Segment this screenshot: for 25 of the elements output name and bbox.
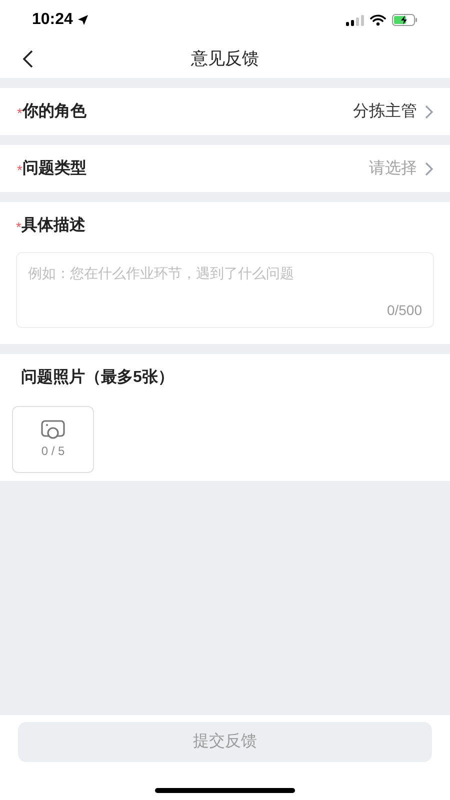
select-row[interactable]: *问题类型 请选择 [0,145,450,192]
character-counter: 0/500 [386,301,422,320]
description-label: 具体描述 [21,216,86,236]
signal-icon [346,14,364,26]
location-arrow-icon [76,14,89,26]
photos-label: 问题照片（最多5张） [21,369,174,386]
description-box[interactable]: 例如：您在什么作业环节，遇到了什么问题 0/500 [16,252,434,328]
select-row[interactable]: *你的角色 分拣主管 [0,88,450,135]
description-field[interactable]: 例如：您在什么作业环节，遇到了什么问题 [28,263,422,300]
camera-icon [41,420,65,440]
row-label: 问题类型 [22,158,86,178]
back-chevron-icon [23,50,33,68]
page-title: 意见反馈 [191,48,259,70]
battery-charging-icon [392,14,418,26]
photo-upload-button[interactable]: 0 / 5 [12,406,94,473]
wifi-icon [370,14,386,26]
row-placeholder: 请选择 [369,158,417,178]
required-mark: * [17,104,22,120]
required-mark: * [16,218,22,234]
chevron-right-icon [425,162,433,176]
status-time: 10:24 [32,10,73,30]
chevron-right-icon [425,104,433,118]
required-mark: * [17,160,22,176]
row-label: 你的角色 [22,102,86,122]
row-value: 分拣主管 [353,102,417,122]
